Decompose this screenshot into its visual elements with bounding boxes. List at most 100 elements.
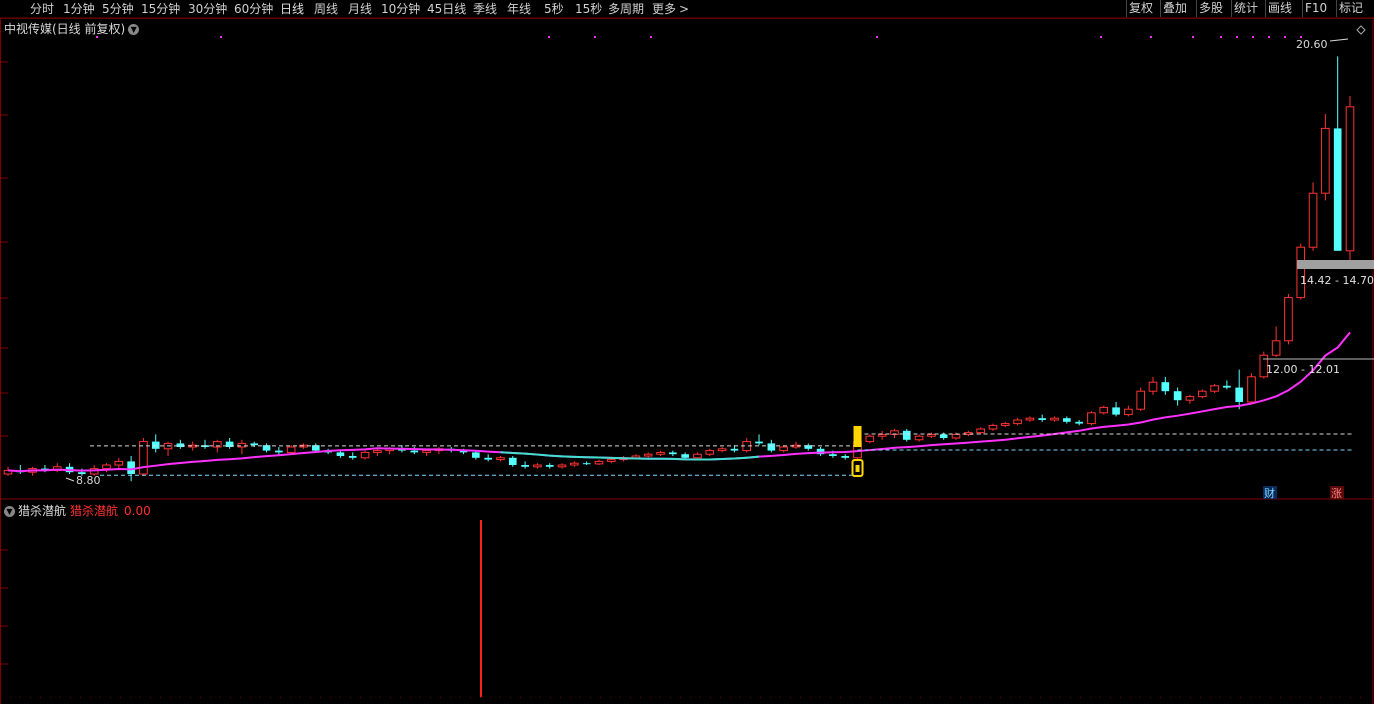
dot-bottom [290, 697, 291, 698]
candle-body-10 [127, 461, 135, 474]
dot-bottom [650, 697, 651, 698]
dot-bottom [620, 697, 621, 698]
candle-body-63 [779, 446, 788, 452]
low-price-label: 8.80 [76, 474, 101, 487]
dot-bottom [950, 697, 951, 698]
candle-body-81 [1000, 423, 1010, 426]
top-dot-5 [876, 36, 878, 38]
candle-body-101 [1247, 376, 1256, 403]
dot-bottom [1310, 697, 1311, 698]
dot-bottom [270, 697, 271, 698]
candle-body-71 [877, 433, 887, 437]
candle-body-95 [1173, 391, 1182, 401]
dot-bottom [1010, 697, 1011, 698]
low-pointer [65, 477, 75, 482]
dot-bottom [1270, 697, 1271, 698]
dot-bottom [660, 697, 661, 698]
dot-bottom [760, 697, 761, 698]
dot-bottom [1090, 697, 1091, 698]
dot-bottom [870, 697, 871, 698]
dot-bottom [1190, 697, 1191, 698]
candle-body-79 [976, 428, 985, 434]
candle-body-58 [717, 448, 727, 452]
dot-bottom [10, 697, 11, 698]
dot-bottom [700, 697, 701, 698]
candle-body-67 [829, 454, 837, 456]
dot-bottom [990, 697, 991, 698]
dot-bottom [1210, 697, 1211, 698]
dot-bottom [80, 697, 81, 698]
dot-bottom [260, 697, 261, 698]
dot-bottom [1120, 697, 1121, 698]
signal-bar [853, 426, 862, 447]
candle-body-44 [545, 465, 554, 467]
dot-bottom [570, 697, 571, 698]
dot-bottom [30, 697, 31, 698]
dot-bottom [690, 697, 691, 698]
dot-bottom [200, 697, 201, 698]
candle-body-12 [151, 441, 160, 449]
candle-body-97 [1197, 390, 1207, 398]
candle-body-100 [1235, 387, 1244, 402]
dot-bottom [130, 697, 131, 698]
dot-bottom [940, 697, 941, 698]
dot-bottom [880, 697, 881, 698]
dot-bottom [1280, 697, 1281, 698]
candle-body-55 [681, 454, 689, 458]
dot-bottom [750, 697, 751, 698]
dot-bottom [580, 697, 581, 698]
dot-bottom [1230, 697, 1231, 698]
dot-bottom [120, 697, 121, 698]
marker-zhang: 涨 [1331, 487, 1342, 500]
dot-bottom [90, 697, 91, 698]
dot-bottom [930, 697, 931, 698]
signal-lamp-core [855, 465, 860, 472]
dot-bottom [160, 697, 161, 698]
dot-bottom [360, 697, 361, 698]
top-dot-4 [650, 36, 652, 38]
candle-body-98 [1210, 385, 1219, 392]
candle-body-20 [250, 443, 259, 446]
dot-bottom [840, 697, 841, 698]
candle-body-103 [1271, 340, 1281, 356]
candle-body-29 [360, 451, 370, 459]
dot-bottom [830, 697, 831, 698]
dot-bottom [920, 697, 921, 698]
dot-bottom [1200, 697, 1201, 698]
candle-body-23 [286, 446, 296, 453]
top-dot-7 [1150, 36, 1152, 38]
candle-body-74 [914, 435, 924, 441]
candle-body-73 [902, 430, 911, 440]
candle-body-104 [1284, 297, 1293, 342]
dot-bottom [1170, 697, 1171, 698]
dot-bottom [530, 697, 531, 698]
dot-bottom [210, 697, 211, 698]
candlestick-chart[interactable]: 20.60 8.80 14.42 - 14.70 12.00 - 12.01 财 涨 [0, 0, 1374, 704]
dot-bottom [100, 697, 101, 698]
dot-bottom [1100, 697, 1101, 698]
dot-bottom [1340, 697, 1341, 698]
dot-bottom [1240, 697, 1241, 698]
dot-bottom [550, 697, 551, 698]
candle-body-99 [1223, 385, 1231, 388]
dot-bottom [1110, 697, 1111, 698]
dot-bottom [330, 697, 331, 698]
candle-body-91 [1124, 408, 1133, 416]
dot-bottom [1300, 697, 1301, 698]
dot-bottom [140, 697, 141, 698]
candle-body-34 [422, 450, 431, 453]
candle-body-59 [730, 448, 739, 451]
dot-bottom [630, 697, 631, 698]
top-dot-1 [220, 36, 222, 38]
dot-bottom [910, 697, 911, 698]
dot-bottom [240, 697, 241, 698]
candle-body-38 [472, 452, 480, 458]
candle-body-19 [237, 442, 247, 448]
dot-bottom [220, 697, 221, 698]
dot-bottom [1330, 697, 1331, 698]
candle-body-75 [927, 433, 936, 437]
top-dot-2 [548, 36, 550, 38]
high-pointer [1329, 38, 1349, 42]
candle-body-47 [582, 463, 591, 465]
dot-bottom [600, 697, 601, 698]
